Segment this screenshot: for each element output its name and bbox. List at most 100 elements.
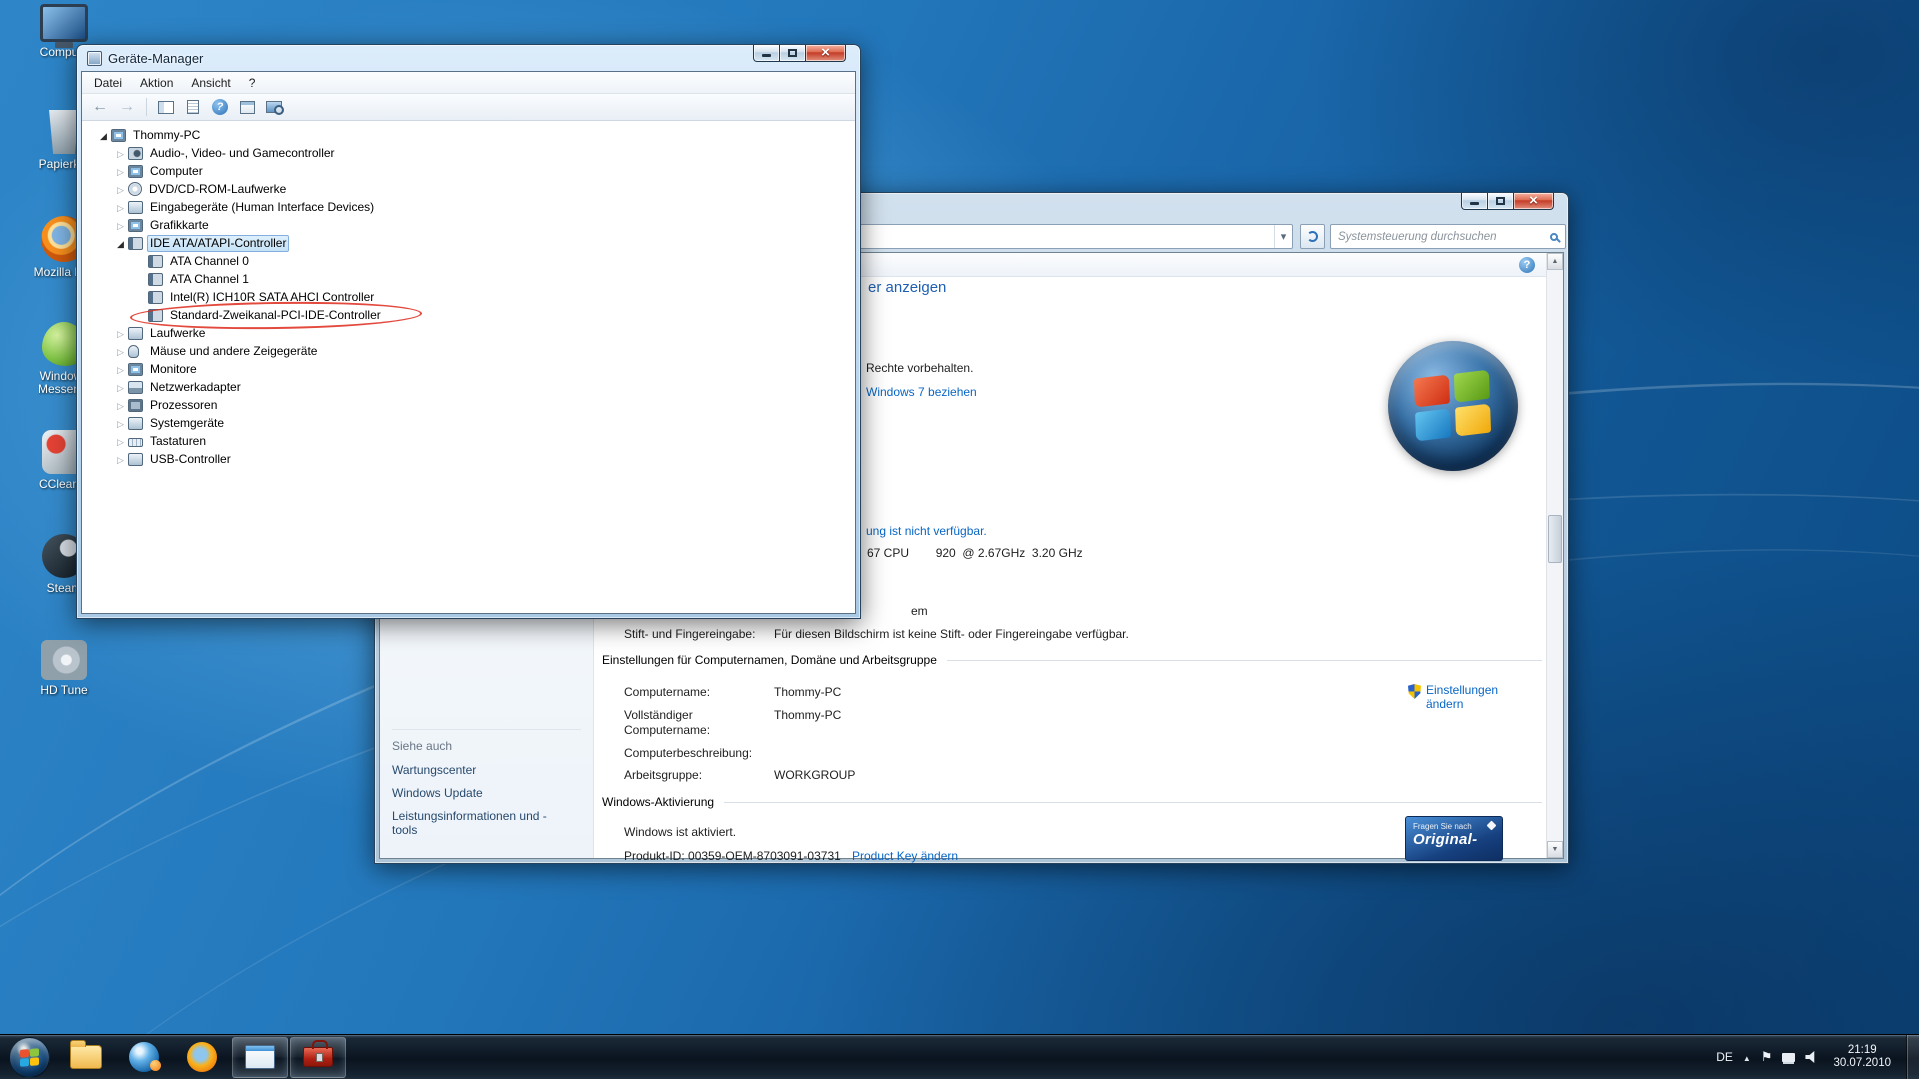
toolbar-separator [146, 98, 147, 116]
expander-icon[interactable] [113, 380, 128, 395]
full-computer-name-value: Thommy-PC [774, 708, 842, 722]
tree-item[interactable]: Systemgeräte [82, 414, 855, 432]
minimize-icon [762, 53, 771, 57]
expander-icon[interactable] [113, 146, 128, 161]
taskbar-firefox-button[interactable] [174, 1037, 230, 1078]
taskbar-explorer-button[interactable] [58, 1037, 114, 1078]
taskbar-device-manager-button[interactable] [290, 1036, 346, 1078]
tree-item[interactable]: USB-Controller [82, 450, 855, 468]
tree-item[interactable]: Netzwerkadapter [82, 378, 855, 396]
activation-status: Windows ist aktiviert. [624, 825, 737, 839]
tree-item[interactable]: Grafikkarte [82, 216, 855, 234]
ata-channel-icon [148, 254, 163, 268]
search-input[interactable] [1338, 230, 1545, 243]
scrollbar-thumb[interactable] [1548, 515, 1562, 563]
close-button[interactable] [806, 45, 846, 62]
properties-button[interactable] [235, 96, 259, 118]
forward-icon[interactable] [115, 96, 139, 118]
expander-icon[interactable] [113, 218, 128, 233]
tree-item[interactable]: ATA Channel 0 [82, 252, 855, 270]
network-icon[interactable] [1782, 1052, 1796, 1062]
close-button[interactable] [1514, 193, 1554, 210]
expander-icon[interactable] [113, 182, 128, 197]
tree-item[interactable]: Prozessoren [82, 396, 855, 414]
taskbar: DE 21:19 30.07.2010 [0, 1034, 1919, 1079]
tree-item-label: USB-Controller [150, 451, 231, 466]
tree-item[interactable]: Laufwerke [82, 324, 855, 342]
expander-icon[interactable] [113, 200, 128, 215]
expander-icon[interactable] [113, 326, 128, 341]
expander-icon[interactable] [113, 452, 128, 467]
tree-item[interactable]: Monitore [82, 360, 855, 378]
scan-hardware-button[interactable] [262, 96, 286, 118]
open-window-icon [245, 1045, 275, 1069]
media-player-icon [129, 1042, 161, 1072]
expander-icon[interactable] [113, 164, 128, 179]
toolbar [82, 94, 855, 121]
drive-device-icon [128, 326, 143, 340]
network-adapter-icon [128, 380, 143, 394]
close-icon [1529, 192, 1538, 210]
tree-item[interactable]: Intel(R) ICH10R SATA AHCI Controller [82, 288, 855, 306]
system-rating-link[interactable]: ung ist nicht verfügbar. [866, 524, 987, 538]
minimize-button[interactable] [1461, 193, 1488, 210]
tree-item-selected[interactable]: IDE ATA/ATAPI-Controller [82, 234, 855, 252]
menu-datei[interactable]: Datei [85, 73, 131, 93]
tree-item[interactable]: Mäuse und andere Zeigegeräte [82, 342, 855, 360]
window-title: Geräte-Manager [108, 50, 204, 66]
maximize-button[interactable] [780, 45, 806, 62]
expander-icon[interactable] [113, 362, 128, 377]
taskbar-system-window-button[interactable] [232, 1036, 288, 1078]
tree-item-root[interactable]: Thommy-PC [82, 126, 855, 144]
console-tree-button[interactable] [154, 96, 178, 118]
export-list-button[interactable] [181, 96, 205, 118]
tree-item[interactable]: ATA Channel 1 [82, 270, 855, 288]
expander-icon[interactable] [113, 416, 128, 431]
expander-icon[interactable] [113, 434, 128, 449]
show-desktop-button[interactable] [1906, 1034, 1919, 1079]
tree-item[interactable]: Computer [82, 162, 855, 180]
desktop-icon-hdtune[interactable]: HD Tune [14, 640, 114, 697]
workgroup-value: WORKGROUP [774, 768, 856, 782]
expander-icon[interactable] [113, 344, 128, 359]
language-indicator[interactable]: DE [1716, 1050, 1733, 1064]
change-product-key-link[interactable]: Product Key ändern [852, 849, 958, 863]
maximize-button[interactable] [1488, 193, 1514, 210]
volume-icon[interactable] [1805, 1051, 1815, 1063]
action-center-flag-icon[interactable] [1761, 1048, 1773, 1066]
scrollbar[interactable] [1546, 253, 1563, 858]
expander-icon[interactable] [96, 128, 111, 143]
device-manager-content: Datei Aktion Ansicht ? Thommy-PC [81, 71, 856, 614]
expander-icon[interactable] [113, 236, 128, 251]
taskbar-media-player-button[interactable] [116, 1037, 172, 1078]
hidden-icons-chevron-icon[interactable] [1743, 1048, 1751, 1066]
scroll-down-icon[interactable] [1547, 841, 1563, 858]
tree-item[interactable]: Tastaturen [82, 432, 855, 450]
expander-icon[interactable] [113, 398, 128, 413]
menu-aktion[interactable]: Aktion [131, 73, 182, 93]
tree-item[interactable]: Audio-, Video- und Gamecontroller [82, 144, 855, 162]
menu-ansicht[interactable]: Ansicht [182, 73, 239, 93]
desktop: Compu... Papierk... Mozilla Fi... Window… [0, 0, 1919, 1079]
tray-time: 21:19 [1847, 1044, 1877, 1056]
section-activation: Windows-Aktivierung [602, 795, 1542, 809]
search-box[interactable] [1330, 224, 1566, 249]
get-windows7-link[interactable]: Windows 7 beziehen [866, 385, 977, 399]
genuine-windows-badge: Fragen Sie nach Original- [1405, 816, 1503, 861]
scroll-up-icon[interactable] [1547, 253, 1563, 270]
minimize-button[interactable] [753, 45, 780, 62]
refresh-button[interactable] [1300, 224, 1325, 249]
tree-item[interactable]: Eingabegeräte (Human Interface Devices) [82, 198, 855, 216]
back-icon[interactable] [88, 96, 112, 118]
computer-name-label: Computername: [624, 685, 711, 699]
change-settings-label[interactable]: Einstellungen ändern [1426, 683, 1526, 711]
change-settings-link[interactable]: Einstellungen ändern [1408, 683, 1526, 711]
start-button[interactable] [9, 1036, 50, 1078]
tree-item[interactable]: DVD/CD-ROM-Laufwerke [82, 180, 855, 198]
tree-item-circled[interactable]: Standard-Zweikanal-PCI-IDE-Controller [82, 306, 855, 324]
chevron-down-icon[interactable] [1274, 225, 1292, 248]
menu-hilfe[interactable]: ? [240, 73, 265, 93]
device-manager-titlebar[interactable]: Geräte-Manager [77, 45, 860, 71]
clock[interactable]: 21:19 30.07.2010 [1833, 1044, 1891, 1070]
help-button[interactable] [208, 96, 232, 118]
